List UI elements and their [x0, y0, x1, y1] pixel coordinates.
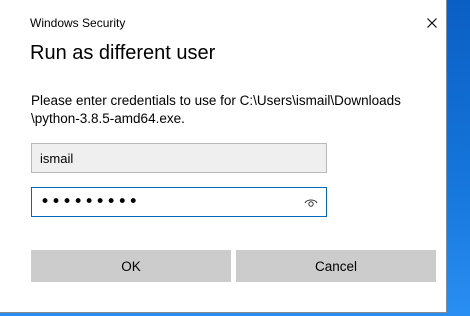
password-field[interactable]	[32, 188, 302, 216]
dialog-heading: Run as different user	[30, 42, 216, 64]
window-title: Windows Security	[30, 16, 126, 30]
message-line-2: \python-3.8.5-amd64.exe.	[31, 111, 185, 126]
reveal-password-button[interactable]	[304, 196, 320, 210]
credential-dialog: Windows Security Run as different user P…	[0, 0, 446, 312]
close-icon	[427, 18, 437, 28]
message-line-1: Please enter credentials to use for C:\U…	[31, 93, 401, 108]
credentials-message: Please enter credentials to use for C:\U…	[31, 92, 441, 128]
username-field[interactable]	[31, 143, 327, 173]
cancel-button[interactable]: Cancel	[236, 250, 436, 282]
eye-icon	[304, 199, 318, 207]
ok-button[interactable]: OK	[31, 250, 231, 282]
close-button[interactable]	[422, 10, 442, 34]
title-bar: Windows Security	[0, 0, 446, 40]
desktop-background	[446, 0, 470, 316]
password-field-container	[31, 187, 327, 217]
